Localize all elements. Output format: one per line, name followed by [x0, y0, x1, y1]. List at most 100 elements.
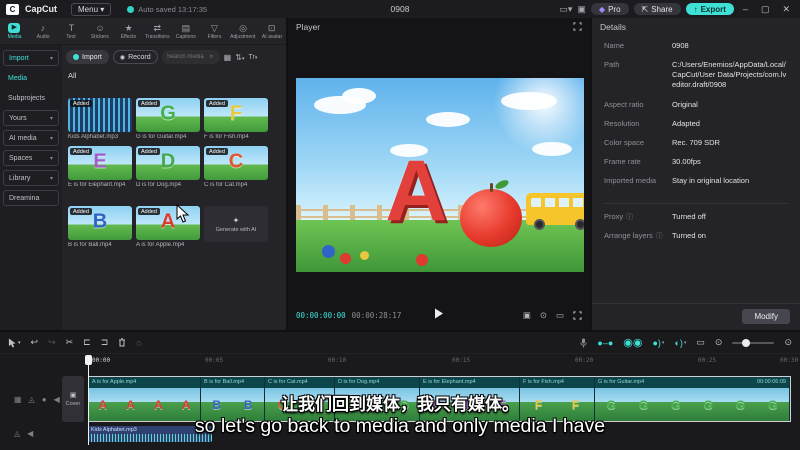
media-item-g-guitar[interactable]: Added G G is for Guitar.mp4 [136, 98, 200, 140]
mute-track-icon[interactable]: ◀ [27, 429, 33, 438]
tab-audio[interactable]: ♪ Audio [29, 18, 58, 44]
sidebar-item-ai-media[interactable]: AI media ▾ [3, 130, 59, 146]
tab-adjustment[interactable]: ◎ Adjustment [229, 18, 258, 44]
cover-button[interactable]: ▣ Cover [62, 376, 84, 422]
preview-quality-icon[interactable]: ▣ [523, 310, 531, 321]
preview-axis-icon[interactable]: ◐) ▾ [674, 338, 686, 348]
sidebar-item-media[interactable]: Media [3, 70, 59, 86]
delete-icon[interactable] [118, 338, 126, 347]
zoom-slider-handle[interactable] [742, 338, 751, 347]
pro-button[interactable]: ◆ Pro [590, 3, 629, 15]
generate-with-ai-button[interactable]: ✦ Generate with AI [204, 206, 268, 242]
clip-g-guitar[interactable]: G is for Guitar.mp4 00:00:06:09 GGGGGG [595, 377, 790, 421]
menu-button[interactable]: Menu ▾ [71, 2, 112, 16]
sidebar-item-yours[interactable]: Yours ▾ [3, 110, 59, 126]
freeze-frame-icon[interactable]: ◌ [136, 338, 141, 348]
timeline-ruler[interactable]: 00:00 00:05 00:10 00:15 00:20 00:25 00:3… [0, 354, 800, 370]
apple-graphic [460, 178, 523, 247]
sidebar-item-spaces[interactable]: Spaces ▾ [3, 150, 59, 166]
main-track-magnetism-icon[interactable]: ●–● [597, 338, 613, 348]
playhead-handle[interactable] [85, 355, 92, 365]
media-item-b-ball[interactable]: Added B B is for Ball.mp4 [68, 206, 132, 248]
tab-filters[interactable]: ▽ Filters [200, 18, 229, 44]
linking-icon[interactable]: ◉◉ [623, 336, 642, 349]
tab-ai-avatar[interactable]: ⊡ AI avatar [257, 18, 286, 44]
playhead-line[interactable] [88, 355, 89, 445]
export-button[interactable]: ↑ Export [685, 3, 734, 15]
modify-button[interactable]: Modify [742, 309, 790, 324]
fit-screen-icon[interactable]: ⊙ [540, 310, 547, 321]
detail-field-imported-media: Imported media Stay in original location [604, 176, 750, 185]
record-button[interactable]: ◉ Record [112, 50, 158, 64]
maximize-button[interactable]: ▢ [757, 4, 774, 15]
media-item-c-cat[interactable]: Added C C is for Cat.mp4 [204, 146, 268, 188]
close-button[interactable]: ✕ [778, 4, 794, 15]
search-input[interactable] [166, 54, 207, 60]
delete-left-icon[interactable]: ⊏ [83, 337, 91, 348]
frame-preview-icon[interactable]: ▭ [696, 337, 705, 348]
detail-field-resolution: Resolution Adapted [604, 118, 700, 128]
select-tool-icon[interactable]: ▾ [8, 338, 21, 348]
tab-media[interactable]: ▶ Media [0, 18, 29, 44]
import-icon [73, 54, 79, 60]
media-item-kids-alphabet[interactable]: Added Kids Alphabet.mp3 [68, 98, 132, 140]
app-name: CapCut [25, 4, 57, 14]
video-thumbnail: Added B [68, 206, 132, 240]
tab-transitions[interactable]: ⇄ Transitions [143, 18, 172, 44]
share-button[interactable]: ⇱ Share [633, 3, 681, 15]
track-options-icon[interactable]: ▦ [14, 395, 22, 404]
split-icon[interactable]: ✂ [66, 337, 74, 348]
sidebar-item-subprojects[interactable]: Subprojects [3, 90, 59, 106]
play-button[interactable] [434, 306, 444, 324]
layout-toggle-icon[interactable]: ▭▾ [559, 4, 572, 15]
clip-b-ball[interactable]: B is for Ball.mp4 BB [201, 377, 265, 421]
media-item-e-elephant[interactable]: Added E E is for Elephant.mp4 [68, 146, 132, 188]
redo-icon[interactable]: ↪ [48, 337, 56, 348]
search-box[interactable]: ○ [161, 50, 220, 64]
filter-type-icon[interactable]: Tr▾ [248, 54, 257, 61]
tab-captions[interactable]: ▤ Captions [172, 18, 201, 44]
media-item-f-fish[interactable]: Added F F is for Fish.mp4 [204, 98, 268, 140]
clip-e-elephant[interactable]: E is for Elephant.mp4 EEE [420, 377, 520, 421]
chevron-down-icon: ▾ [49, 175, 53, 182]
expand-panel-icon[interactable] [573, 22, 582, 31]
captions-icon: ▤ [181, 22, 191, 33]
ruler-label: 00:30 [780, 357, 799, 364]
tab-effects[interactable]: ★ Effects [114, 18, 143, 44]
audio-clip-kids-alphabet[interactable]: Kids Alphabet.mp3 [88, 426, 212, 442]
panel-layout-icon[interactable]: ▣ [577, 4, 586, 15]
snap-icon[interactable]: ⊙ [715, 337, 723, 348]
ratio-icon[interactable]: ▭ [556, 310, 564, 321]
undo-icon[interactable]: ↩ [31, 337, 39, 348]
clip-a-apple[interactable]: A is for Apple.mp4 AAAA [89, 377, 201, 421]
clip-d-dog[interactable]: D is for Dog.mp4 DDD [335, 377, 420, 421]
media-item-name: D is for Dog.mp4 [136, 182, 182, 188]
mute-track-icon[interactable]: ◀ [54, 395, 60, 404]
grid-view-icon[interactable]: ▦ [224, 53, 232, 62]
hide-track-icon[interactable]: ● [42, 395, 47, 404]
sort-icon[interactable]: ⇅▾ [235, 53, 244, 62]
video-thumbnail: Added F [204, 98, 268, 132]
clip-f-fish[interactable]: F is for Fish.mp4 FF [520, 377, 595, 421]
clip-duration-badge: 00:00:06:09 [756, 379, 786, 385]
timeline-zoom-slider[interactable] [732, 338, 775, 347]
project-title: 0908 [390, 4, 410, 14]
mic-icon[interactable] [580, 338, 588, 348]
sidebar-item-dreamina[interactable]: Dreamina [3, 190, 59, 206]
delete-right-icon[interactable]: ⊐ [101, 337, 109, 348]
auto-snapping-icon[interactable]: ●) ▾ [652, 338, 664, 348]
media-item-d-dog[interactable]: Added D D is for Dog.mp4 [136, 146, 200, 188]
tab-text[interactable]: T Text [57, 18, 86, 44]
fullscreen-icon[interactable] [573, 310, 582, 320]
tab-stickers[interactable]: ☺ Stickers [86, 18, 115, 44]
import-button[interactable]: Import [66, 50, 109, 64]
sidebar-item-library[interactable]: Library ▾ [3, 170, 59, 186]
clip-c-cat[interactable]: C is for Cat.mp4 CC [265, 377, 335, 421]
zoom-fit-icon[interactable]: ⊙ [784, 337, 792, 348]
lock-track-icon[interactable]: ◬ [14, 429, 20, 438]
minimize-button[interactable]: – [739, 4, 752, 14]
letter-a-graphic: A [385, 143, 448, 240]
lock-track-icon[interactable]: ◬ [29, 395, 35, 404]
audio-track-toggles: ◬ ◀ [14, 429, 33, 438]
sidebar-item-import[interactable]: Import ▾ [3, 50, 59, 66]
